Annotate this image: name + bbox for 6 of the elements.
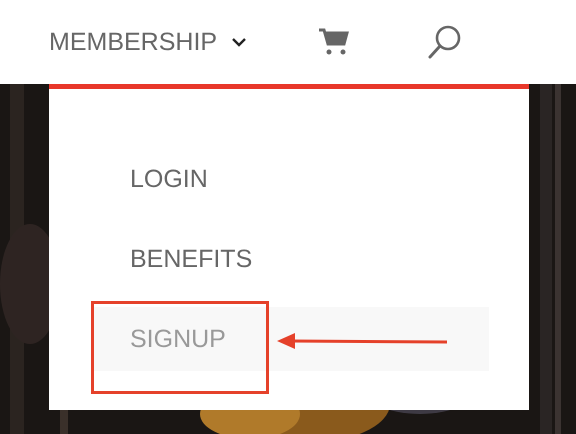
menu-item[interactable]: LOGIN [92,147,489,211]
search-icon[interactable] [427,24,464,60]
membership-menu[interactable]: MEMBERSHIP [49,28,248,56]
cart-icon[interactable] [317,27,352,57]
chevron-icon [231,37,248,47]
menu-item[interactable]: BENEFITS [92,227,489,291]
